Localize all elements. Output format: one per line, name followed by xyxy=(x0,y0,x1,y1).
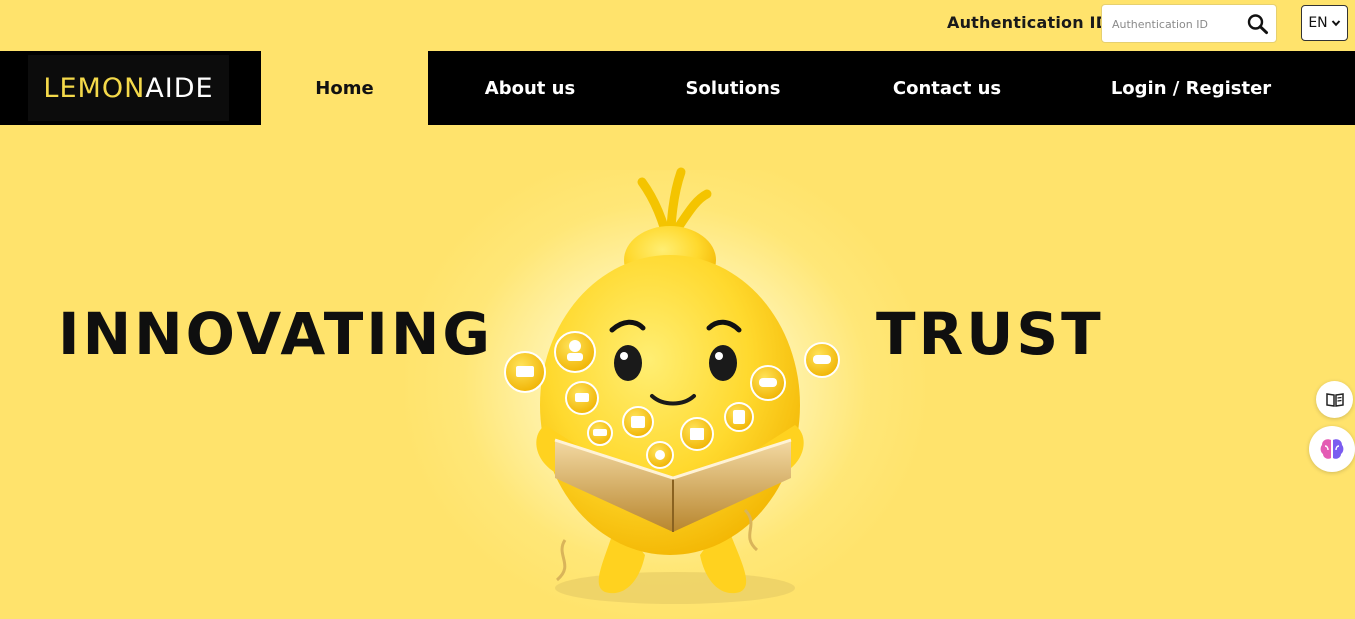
nav-home-label: Home xyxy=(315,77,374,99)
nav-contact-us[interactable]: Contact us xyxy=(860,51,1034,125)
nav-home[interactable]: Home xyxy=(261,51,428,125)
nav-about-us[interactable]: About us xyxy=(450,51,610,125)
lemonaide-logo[interactable]: LEMON AIDE xyxy=(28,55,229,121)
nav-login-register-label: Login / Register xyxy=(1110,77,1272,99)
authentication-id-label: Authentication ID xyxy=(947,13,1110,32)
chevron-down-icon xyxy=(1331,20,1340,27)
language-select[interactable]: EN xyxy=(1301,5,1348,41)
lemon-mascot-illustration xyxy=(504,167,840,604)
top-utility-bar: Authentication ID EN xyxy=(0,0,1355,51)
logo-text-aide: AIDE xyxy=(145,72,214,104)
nav-about-us-label: About us xyxy=(484,77,576,99)
language-value: EN xyxy=(1308,15,1328,31)
reader-widget-button[interactable] xyxy=(1316,381,1353,418)
search-button[interactable] xyxy=(1246,13,1270,35)
book-icon xyxy=(1325,392,1344,407)
main-navigation: LEMON AIDE Home About us Solutions Contac… xyxy=(0,51,1355,125)
nav-solutions-label: Solutions xyxy=(685,77,781,99)
hero-word-trust: TRUST xyxy=(876,300,1104,368)
nav-solutions[interactable]: Solutions xyxy=(660,51,806,125)
nav-contact-us-label: Contact us xyxy=(892,77,1002,99)
brain-icon xyxy=(1320,439,1344,459)
ai-assistant-widget-button[interactable] xyxy=(1309,426,1355,472)
authentication-search-box xyxy=(1101,4,1277,43)
search-icon xyxy=(1247,14,1268,35)
hero-word-innovating: INNOVATING xyxy=(58,300,494,368)
nav-login-register[interactable]: Login / Register xyxy=(1085,51,1297,125)
authentication-id-input[interactable] xyxy=(1112,14,1242,34)
logo-text-lemon: LEMON xyxy=(43,72,146,104)
